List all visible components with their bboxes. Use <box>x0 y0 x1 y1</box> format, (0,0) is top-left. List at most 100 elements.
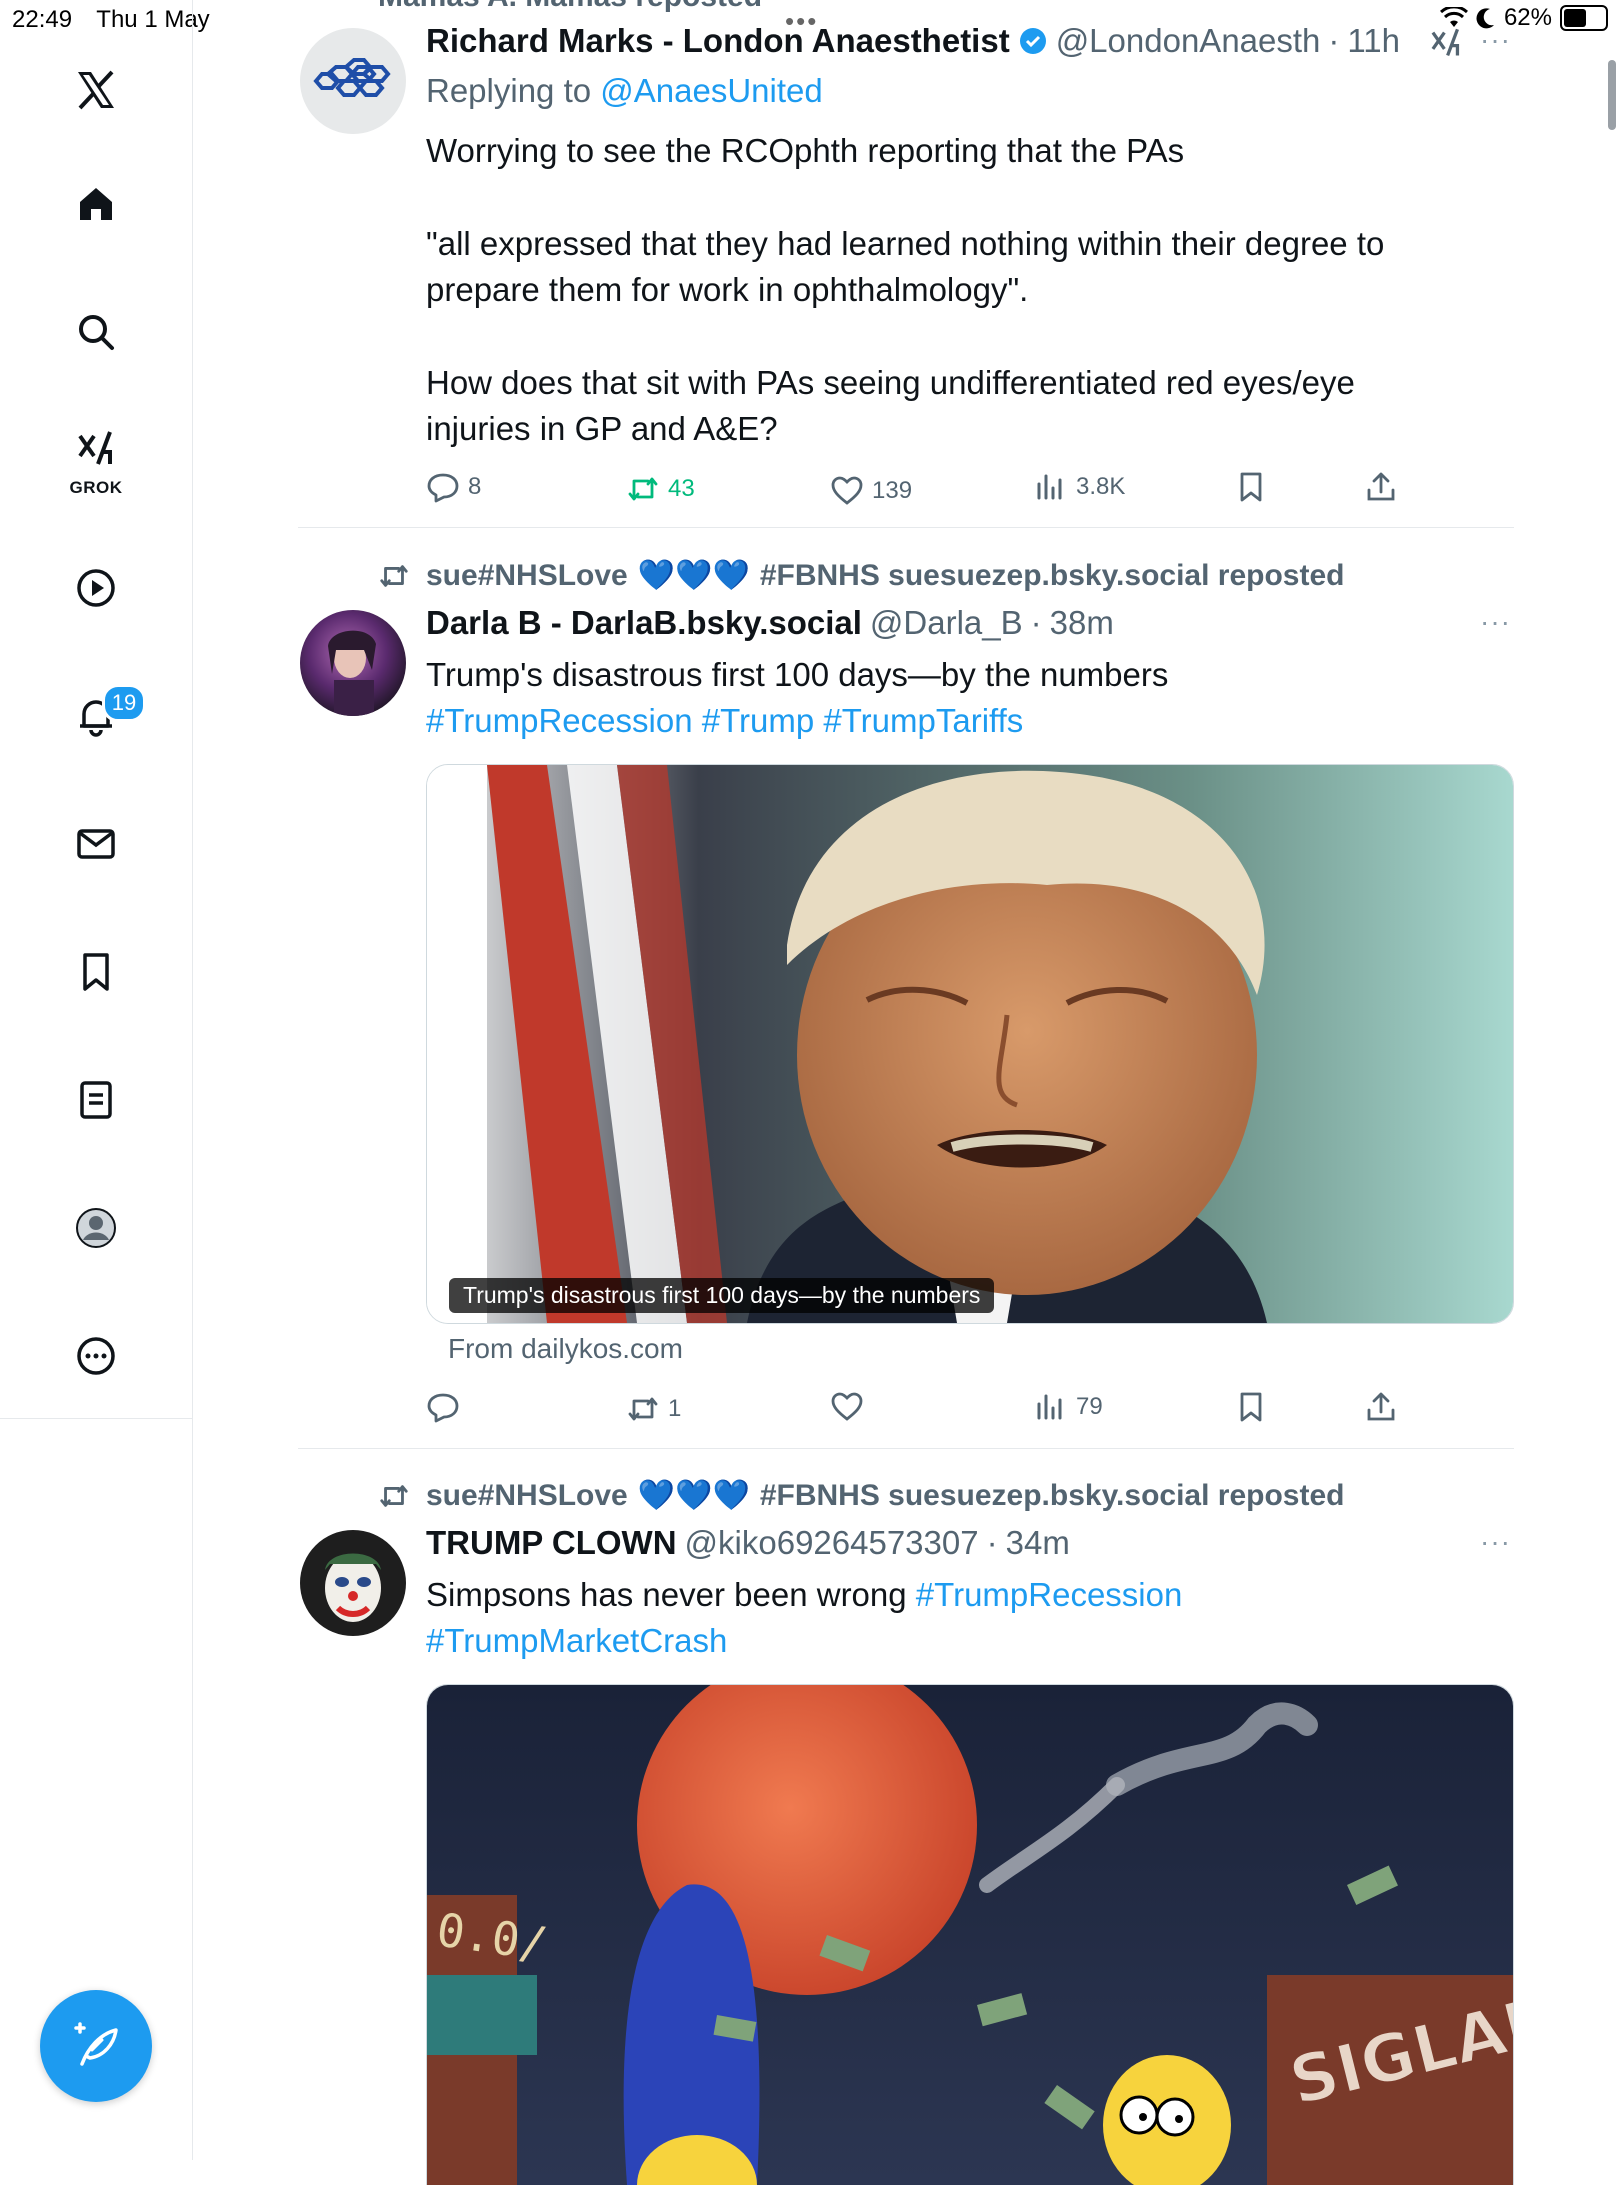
reply-icon <box>427 1393 459 1423</box>
tweet-3-text: Simpsons has never been wrong #TrumpRece… <box>426 1572 1426 1664</box>
like-button[interactable] <box>830 1390 872 1424</box>
reposter-name-prefix[interactable]: sue#NHSLove <box>426 1479 628 1513</box>
more-icon[interactable] <box>66 1326 126 1386</box>
home-icon[interactable] <box>66 174 126 234</box>
hashtag-link[interactable]: #TrumpMarketCrash <box>426 1622 727 1659</box>
views-count: 79 <box>1076 1393 1103 1420</box>
video-icon[interactable] <box>66 558 126 618</box>
repost-attribution: sue#NHSLove 💙💙💙 #FBNHS suesuezep.bsky.soci… <box>378 1478 1344 1513</box>
repost-attribution: sue#NHSLove 💙💙💙 #FBNHS suesuezep.bsky.soci… <box>378 558 1344 593</box>
repost-small-icon <box>380 564 408 587</box>
replying-to-label: Replying to <box>426 72 601 109</box>
search-icon[interactable] <box>66 302 126 362</box>
repost-icon <box>628 1397 658 1421</box>
tweet-author-name[interactable]: Darla B - DarlaB.bsky.social <box>426 604 862 642</box>
status-bar-right: 62% <box>1439 4 1608 32</box>
reposter-name-suffix[interactable]: #FBNHS suesuezep.bsky.social reposted <box>760 559 1345 593</box>
views-button[interactable]: 3.8K <box>1034 470 1125 504</box>
partial-repost-header: Mamas A. Mamas reposted <box>378 0 762 14</box>
scrollbar[interactable] <box>1608 60 1616 130</box>
tweet-author-handle[interactable]: @Darla_B <box>870 604 1023 642</box>
hashtag-link[interactable]: #TrumpRecession <box>426 702 693 739</box>
x-logo-icon[interactable] <box>66 60 126 120</box>
tweet-time[interactable]: 38m <box>1050 604 1114 642</box>
separator-dot: · <box>1030 604 1042 641</box>
bookmark-icon <box>1240 1392 1262 1422</box>
tweet-author-handle[interactable]: @kiko69264573307 <box>685 1524 979 1562</box>
grok-explain-icon[interactable] <box>1428 26 1464 67</box>
views-button[interactable]: 79 <box>1034 1390 1103 1424</box>
avatar-richard-marks[interactable] <box>300 28 406 134</box>
share-icon <box>1367 1392 1395 1421</box>
tweet-paragraph: Worrying to see the RCOphth reporting th… <box>426 132 1185 169</box>
reply-count: 8 <box>468 473 482 500</box>
hashtag-link[interactable]: #TrumpRecession <box>916 1576 1183 1613</box>
notifications-badge: 19 <box>102 684 146 722</box>
tweet-time[interactable]: 11h <box>1347 22 1400 60</box>
blue-heart-emoji: 💙💙💙 <box>637 559 750 592</box>
tweet-paragraph: "all expressed that they had learned not… <box>426 225 1385 308</box>
tweet-author-name[interactable]: Richard Marks - London Anaesthetist <box>426 22 1010 60</box>
battery-percent: 62% <box>1503 4 1552 31</box>
link-card-source[interactable]: From dailykos.com <box>448 1333 683 1365</box>
share-button[interactable] <box>1364 470 1398 504</box>
replying-to: Replying to @AnaesUnited <box>426 72 823 110</box>
avatar-trump-clown[interactable] <box>300 1530 406 1636</box>
tweet-divider <box>298 527 1514 528</box>
views-chart-icon <box>1037 1394 1062 1420</box>
bookmarks-icon[interactable] <box>66 942 126 1002</box>
like-count: 139 <box>872 477 913 504</box>
reposter-name-suffix[interactable]: #FBNHS suesuezep.bsky.social reposted <box>760 1479 1345 1513</box>
tweet-body-text: Simpsons has never been wrong <box>426 1576 907 1613</box>
tweet-paragraph: How does that sit with PAs seeing undiff… <box>426 364 1355 447</box>
reposter-name-prefix[interactable]: sue#NHSLove <box>426 559 628 593</box>
avatar-darla-b[interactable] <box>300 610 406 716</box>
like-button[interactable]: 139 <box>830 474 912 508</box>
repost-button[interactable]: 1 <box>626 1392 681 1426</box>
separator-dot: · <box>1328 22 1340 59</box>
messages-icon[interactable] <box>66 814 126 874</box>
repost-count: 1 <box>668 1395 682 1422</box>
heart-icon <box>831 1392 863 1421</box>
bookmark-button[interactable] <box>1234 470 1268 504</box>
repost-button[interactable]: 43 <box>626 472 695 506</box>
share-icon <box>1367 472 1395 501</box>
hashtag-link[interactable]: #TrumpTariffs <box>823 702 1023 739</box>
bookmark-icon <box>1240 472 1262 502</box>
tweet-1-text: Worrying to see the RCOphth reporting th… <box>426 128 1426 452</box>
reply-button[interactable] <box>426 1390 468 1424</box>
tweet-more-icon[interactable]: ··· <box>1480 606 1511 638</box>
simpsons-image: 0.0/ SIGLAD <box>427 1685 1513 2185</box>
verified-badge-icon <box>1019 28 1046 54</box>
tweet-author-name[interactable]: TRUMP CLOWN <box>426 1524 677 1562</box>
profile-icon[interactable] <box>66 1198 126 1258</box>
sidebar: GROK 19 <box>0 0 193 2160</box>
tweet-2-text: Trump's disastrous first 100 days—by the… <box>426 652 1426 744</box>
views-chart-icon <box>1037 474 1062 500</box>
grok-icon[interactable] <box>66 420 126 480</box>
hashtag-link[interactable]: #Trump <box>702 702 814 739</box>
battery-icon <box>1560 5 1608 31</box>
compose-post-button[interactable] <box>40 1990 152 2102</box>
share-button[interactable] <box>1364 1390 1398 1424</box>
tweet-time[interactable]: 34m <box>1006 1524 1070 1562</box>
tweet-more-icon[interactable]: ··· <box>1480 1526 1511 1558</box>
link-card-image[interactable]: Trump's disastrous first 100 days—by the… <box>426 764 1514 1324</box>
heart-icon <box>831 476 863 505</box>
separator-dot: · <box>986 1524 998 1561</box>
tweet-divider <box>298 1448 1514 1449</box>
tweet-author-handle[interactable]: @LondonAnaesth <box>1056 22 1321 60</box>
tweet-more-icon[interactable]: ··· <box>1480 24 1511 56</box>
tweet-3-header: TRUMP CLOWN @kiko69264573307 · 34m <box>426 1524 1070 1562</box>
reply-button[interactable]: 8 <box>426 470 481 504</box>
tweet-body-text: Trump's disastrous first 100 days—by the… <box>426 656 1169 693</box>
repost-count: 43 <box>668 475 695 502</box>
bookmark-button[interactable] <box>1234 1390 1268 1424</box>
tweet-1-header: Richard Marks - London Anaesthetist @Lon… <box>426 22 1400 60</box>
repost-small-icon <box>380 1484 408 1507</box>
tweet-media-image[interactable]: 0.0/ SIGLAD <box>426 1684 1514 2185</box>
sidebar-divider <box>0 1418 192 1419</box>
repost-icon <box>628 477 658 501</box>
replying-to-handle[interactable]: @AnaesUnited <box>600 72 822 109</box>
lists-icon[interactable] <box>66 1070 126 1130</box>
